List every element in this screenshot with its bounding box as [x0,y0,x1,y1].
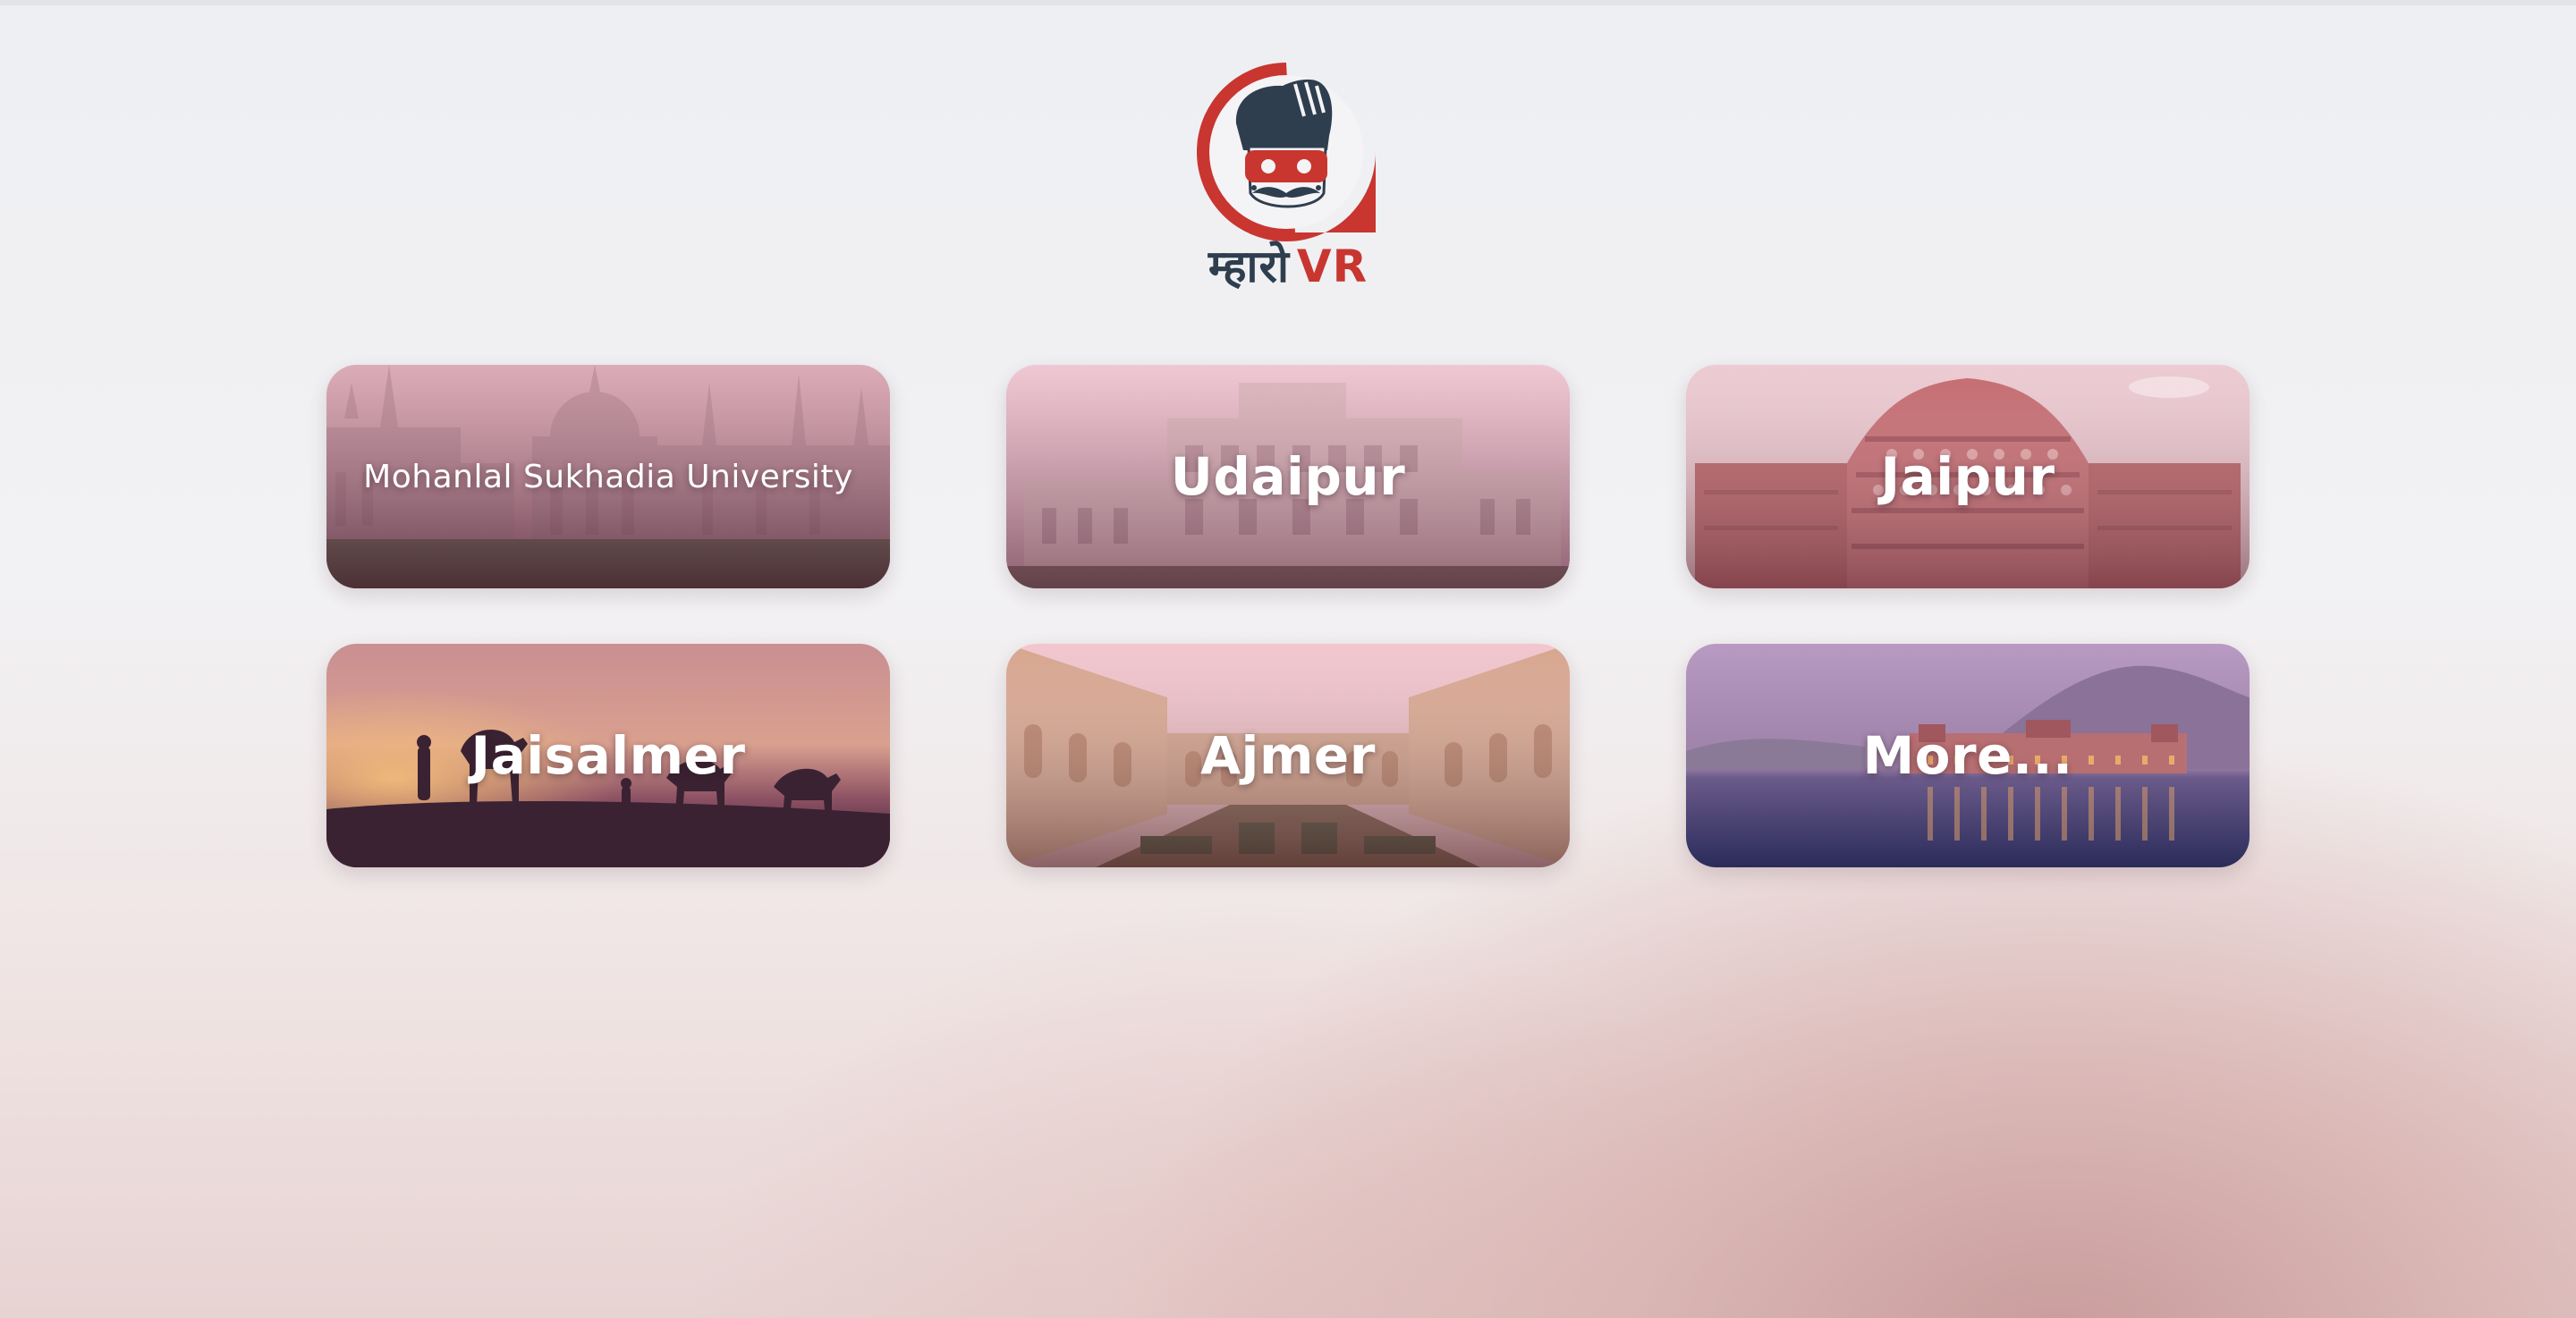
brand-wordmark: म्हारो VR [1190,240,1386,293]
card-jaipur[interactable]: Jaipur [1686,365,2250,588]
card-label: Mohanlal Sukhadia University [363,458,853,495]
brand-word-vr: VR [1296,241,1368,292]
card-label: More... [1862,725,2073,786]
card-label: Ajmer [1200,725,1376,786]
card-mohanlal-sukhadia-university[interactable]: Mohanlal Sukhadia University [326,365,890,588]
card-label: Udaipur [1170,446,1406,507]
mharo-vr-logo: म्हारो VR [1190,57,1386,299]
card-label: Jaisalmer [470,725,746,786]
turban-vr-headset-icon [1197,63,1376,241]
card-jaisalmer[interactable]: Jaisalmer [326,644,890,867]
card-ajmer[interactable]: Ajmer [1006,644,1570,867]
brand-word-hindi: म्हारो [1208,241,1290,292]
card-udaipur[interactable]: Udaipur [1006,365,1570,588]
card-label: Jaipur [1880,446,2055,507]
card-more[interactable]: More... [1686,644,2250,867]
top-border [0,0,2576,5]
